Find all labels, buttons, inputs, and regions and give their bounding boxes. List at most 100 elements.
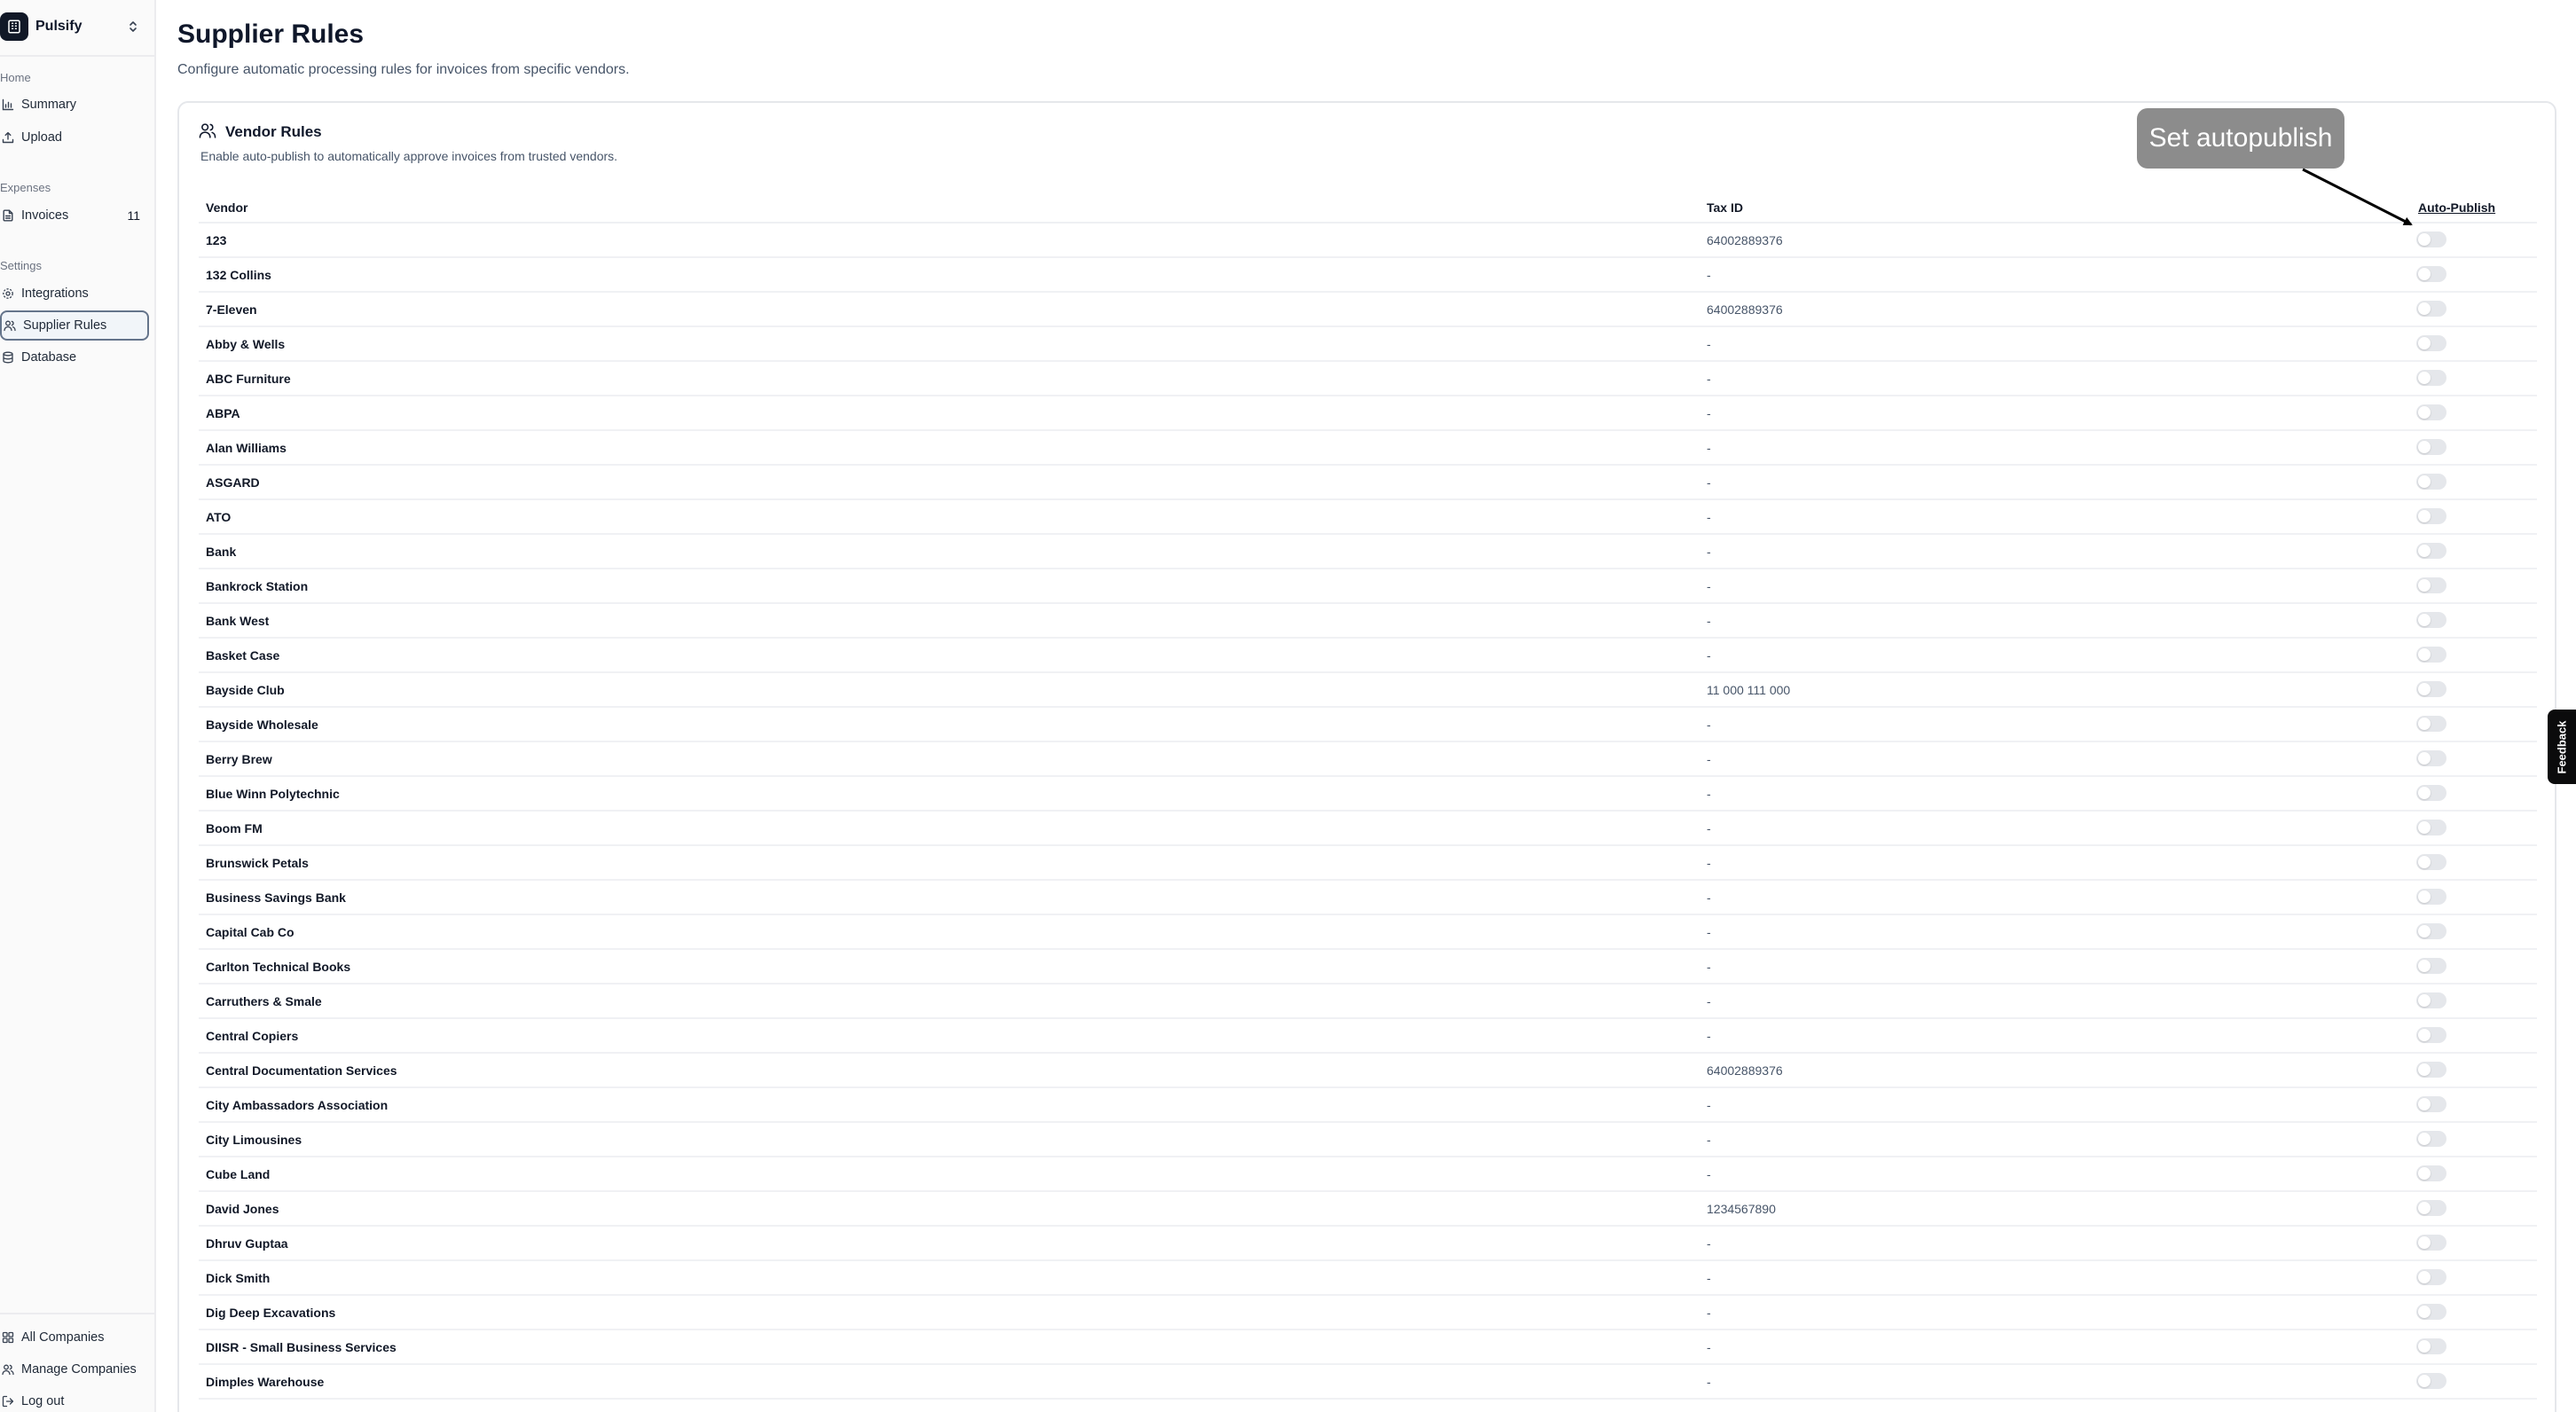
- toggle-knob: [2418, 510, 2431, 522]
- set-autopublish-callout: Set autopublish: [2137, 108, 2344, 169]
- feedback-tab[interactable]: Feedback: [2548, 710, 2576, 784]
- toggle-knob: [2418, 1133, 2431, 1145]
- auto-publish-toggle[interactable]: [2416, 1062, 2446, 1078]
- auto-publish-toggle[interactable]: [2416, 854, 2446, 870]
- sidebar-item-invoices[interactable]: Invoices 11: [0, 200, 149, 231]
- auto-publish-toggle[interactable]: [2416, 1235, 2446, 1251]
- auto-publish-toggle[interactable]: [2416, 266, 2446, 282]
- auto-publish-toggle[interactable]: [2416, 889, 2446, 905]
- tax-id-cell: -: [1707, 406, 1711, 420]
- toggle-knob: [2418, 890, 2431, 903]
- auto-publish-toggle[interactable]: [2416, 508, 2446, 524]
- auto-publish-toggle[interactable]: [2416, 1096, 2446, 1112]
- tax-id-cell: -: [1707, 337, 1711, 351]
- table-row: Dig Deep Excavations -: [199, 1296, 2537, 1330]
- auto-publish-toggle[interactable]: [2416, 958, 2446, 974]
- auto-publish-toggle[interactable]: [2416, 1338, 2446, 1354]
- tax-id-cell: -: [1707, 648, 1711, 663]
- page-subtitle: Configure automatic processing rules for…: [177, 62, 630, 77]
- sidebar-item-label: Summary: [21, 98, 77, 112]
- company-switcher[interactable]: Pulsify: [0, 11, 147, 43]
- table-row: Bank -: [199, 535, 2537, 569]
- table-row: Abby & Wells -: [199, 327, 2537, 362]
- sidebar-item-integrations[interactable]: Integrations: [0, 278, 149, 309]
- tax-id-cell: -: [1707, 1306, 1711, 1320]
- chevrons-up-down-icon: [128, 20, 138, 38]
- table-row: Central Copiers -: [199, 1019, 2537, 1054]
- column-header-tax-id: Tax ID: [1707, 200, 1743, 215]
- toggle-knob: [2418, 960, 2431, 972]
- vendor-rules-card: Vendor Rules Enable auto-publish to auto…: [177, 101, 2556, 1412]
- auto-publish-toggle[interactable]: [2416, 1027, 2446, 1043]
- gear-icon: [2, 287, 14, 300]
- toggle-knob: [2418, 579, 2431, 592]
- all-companies-link[interactable]: All Companies: [0, 1322, 149, 1353]
- table-row: City Ambassadors Association -: [199, 1088, 2537, 1123]
- table-row: Business Savings Bank -: [199, 881, 2537, 915]
- vendor-name-cell: David Jones: [206, 1202, 279, 1216]
- table-row: 7-Eleven 64002889376: [199, 293, 2537, 327]
- tax-id-cell: -: [1707, 1133, 1711, 1147]
- vendor-name-cell: City Ambassadors Association: [206, 1098, 389, 1112]
- auto-publish-toggle[interactable]: [2416, 647, 2446, 663]
- auto-publish-toggle[interactable]: [2416, 612, 2446, 628]
- auto-publish-toggle[interactable]: [2416, 231, 2446, 247]
- sidebar-item-label: Upload: [21, 130, 62, 145]
- auto-publish-toggle[interactable]: [2416, 750, 2446, 766]
- vendor-name-cell: Business Savings Bank: [206, 890, 346, 905]
- log-out-icon: [2, 1395, 14, 1408]
- tax-id-cell: -: [1707, 925, 1711, 939]
- log-out-link[interactable]: Log out: [0, 1386, 149, 1412]
- auto-publish-toggle[interactable]: [2416, 1200, 2446, 1216]
- toggle-knob: [2418, 475, 2431, 488]
- sidebar-item-summary[interactable]: Summary: [0, 90, 149, 120]
- auto-publish-toggle[interactable]: [2416, 474, 2446, 490]
- table-row: Carruthers & Smale -: [199, 984, 2537, 1019]
- users-icon: [199, 122, 216, 144]
- auto-publish-toggle[interactable]: [2416, 1269, 2446, 1285]
- sidebar-item-database[interactable]: Database: [0, 342, 149, 373]
- auto-publish-toggle[interactable]: [2416, 1165, 2446, 1181]
- toggle-knob: [2418, 406, 2431, 419]
- auto-publish-toggle[interactable]: [2416, 716, 2446, 732]
- toggle-knob: [2418, 1375, 2431, 1387]
- table-row: 123 64002889376: [199, 224, 2537, 258]
- auto-publish-toggle[interactable]: [2416, 439, 2446, 455]
- feedback-label: Feedback: [2555, 720, 2569, 773]
- auto-publish-toggle[interactable]: [2416, 543, 2446, 559]
- bar-chart-icon: [2, 98, 14, 111]
- auto-publish-toggle[interactable]: [2416, 1131, 2446, 1147]
- company-logo-icon: [0, 12, 28, 41]
- toggle-knob: [2418, 1236, 2431, 1249]
- auto-publish-toggle[interactable]: [2416, 681, 2446, 697]
- sidebar-item-supplier-rules[interactable]: Supplier Rules: [0, 310, 149, 341]
- auto-publish-toggle[interactable]: [2416, 370, 2446, 386]
- toggle-knob: [2418, 268, 2431, 280]
- auto-publish-toggle[interactable]: [2416, 577, 2446, 593]
- vendor-name-cell: Central Documentation Services: [206, 1063, 397, 1078]
- toggle-knob: [2418, 1202, 2431, 1214]
- vendor-name-cell: Brunswick Petals: [206, 856, 309, 870]
- tax-id-cell: -: [1707, 1029, 1711, 1043]
- auto-publish-toggle[interactable]: [2416, 335, 2446, 351]
- company-name: Pulsify: [35, 19, 82, 34]
- auto-publish-toggle[interactable]: [2416, 301, 2446, 317]
- toggle-knob: [2418, 614, 2431, 626]
- table-row: Cube Land -: [199, 1157, 2537, 1192]
- manage-companies-link[interactable]: Manage Companies: [0, 1354, 149, 1385]
- auto-publish-toggle[interactable]: [2416, 785, 2446, 801]
- auto-publish-toggle[interactable]: [2416, 1373, 2446, 1389]
- auto-publish-toggle[interactable]: [2416, 992, 2446, 1008]
- tax-id-cell: 11 000 111 000: [1707, 683, 1791, 697]
- toggle-knob: [2418, 441, 2431, 453]
- page-title: Supplier Rules: [177, 20, 365, 49]
- auto-publish-toggle[interactable]: [2416, 1304, 2446, 1320]
- toggle-knob: [2418, 1029, 2431, 1041]
- sidebar-item-upload[interactable]: Upload: [0, 122, 149, 153]
- column-header-auto-publish[interactable]: Auto-Publish: [2418, 200, 2495, 215]
- auto-publish-toggle[interactable]: [2416, 923, 2446, 939]
- auto-publish-toggle[interactable]: [2416, 820, 2446, 835]
- vendor-name-cell: Dick Smith: [206, 1271, 271, 1285]
- auto-publish-toggle[interactable]: [2416, 404, 2446, 420]
- vendor-name-cell: Central Copiers: [206, 1029, 299, 1043]
